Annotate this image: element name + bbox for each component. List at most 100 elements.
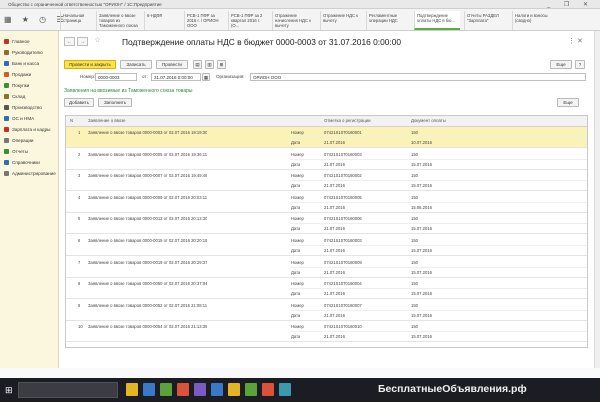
column-statement[interactable]: Заявление о ввозе xyxy=(88,118,126,123)
registration-date-cell: 21.07.2016 xyxy=(324,226,345,232)
sidebar-item-4[interactable]: Продажи xyxy=(4,70,31,78)
statement-cell: Заявление о ввозе товаров 0000-0019 от 0… xyxy=(88,259,208,265)
taskbar-app-icon[interactable] xyxy=(211,383,223,396)
fill-button[interactable]: Заполнить xyxy=(98,98,132,107)
row-divider xyxy=(290,245,587,246)
tab-6[interactable]: Отражение начисления НДС к вычету xyxy=(272,11,316,30)
table-more-button[interactable]: Еще xyxy=(557,98,579,107)
sidebar-item-8[interactable]: ОС и НМА xyxy=(4,114,34,122)
row-divider xyxy=(290,331,587,333)
organization-field[interactable]: ОРИОН ООО xyxy=(250,73,586,81)
taskbar-app-icon[interactable] xyxy=(194,383,206,396)
favorite-star-icon[interactable]: ☆ xyxy=(92,37,103,46)
right-scrollbar[interactable] xyxy=(594,31,600,368)
taskbar-app-icon[interactable] xyxy=(143,383,155,396)
table-row[interactable]: 3 Заявление о ввозе товаров 0000-0007 от … xyxy=(66,170,587,192)
sidebar-item-10[interactable]: Операции xyxy=(4,136,34,144)
sidebar-item-3[interactable]: Банк и касса xyxy=(4,59,39,67)
add-button[interactable]: Добавить xyxy=(64,98,94,107)
table-row[interactable]: 7 Заявление о ввозе товаров 0000-0019 от … xyxy=(66,257,587,278)
structure-icon[interactable]: ⊞ xyxy=(217,60,226,69)
post-button[interactable]: Провести xyxy=(156,60,188,69)
sidebar-item-11[interactable]: Отчеты xyxy=(4,147,28,155)
table-row[interactable]: 4 Заявление о ввозе товаров 0000-0009 от … xyxy=(66,192,587,213)
table-row[interactable]: 10 Заявление о ввозе товаров 0000-0054 от… xyxy=(66,321,587,343)
table-row[interactable]: 1 Заявление о ввозе товаров 0000-0003 от … xyxy=(66,127,587,148)
tab-1[interactable]: Начальная страница xyxy=(60,11,92,30)
sub-label-date: Дата xyxy=(291,269,301,275)
tab-3[interactable]: 6-НДФЛ xyxy=(144,11,180,30)
taskbar-search-input[interactable] xyxy=(18,382,118,398)
column-n[interactable]: N xyxy=(70,118,73,123)
sub-label-number: Номер xyxy=(291,194,304,200)
sub-label-date: Дата xyxy=(291,183,301,189)
sidebar-item-2[interactable]: Руководителю xyxy=(4,48,43,56)
post-and-close-button[interactable]: Провести и закрыть xyxy=(64,60,116,69)
taskbar-app-icon[interactable] xyxy=(279,383,291,396)
tab-7[interactable]: Отражение НДС к вычету xyxy=(320,11,362,30)
taskbar-app-icon[interactable] xyxy=(160,383,172,396)
sidebar-item-9[interactable]: Зарплата и кадры xyxy=(4,125,50,133)
sub-label-date: Дата xyxy=(291,312,301,318)
sub-label-number: Номер xyxy=(291,216,304,222)
table-row[interactable]: 5 Заявление о ввозе товаров 0000-0013 от … xyxy=(66,213,587,235)
column-payment-document[interactable]: Документ оплаты xyxy=(411,118,446,123)
forward-button[interactable]: → xyxy=(77,37,88,46)
sidebar-item-label: Банк и касса xyxy=(12,60,40,66)
tab-5[interactable]: РСВ-1 ПФР за 2 квартал 2016 г. (О... xyxy=(228,11,268,30)
payment-number-cell: 150 xyxy=(411,259,418,265)
tab-4[interactable]: РСВ-1 ПФР за 2016 г. / ОРИОН ООО xyxy=(184,11,224,30)
date-field[interactable]: 31.07.2016 0:00:00 xyxy=(151,73,201,81)
sidebar-item-13[interactable]: Администрирование xyxy=(4,169,56,177)
column-registration-mark[interactable]: Отметка о регистрации xyxy=(324,118,371,123)
payment-date-cell: 15.07.2016 xyxy=(411,312,432,318)
taskbar-app-icon[interactable] xyxy=(245,383,257,396)
tab-2[interactable]: Заявление о ввозе товаров из Таможенного… xyxy=(96,11,140,30)
sidebar-item-6[interactable]: Склад xyxy=(4,92,25,100)
save-button[interactable]: Записать xyxy=(120,60,152,69)
tab-8[interactable]: Регламентные операции НДС xyxy=(366,11,410,30)
window-controls[interactable]: _ ❐ ✕ xyxy=(547,1,594,8)
more-menu-button[interactable]: Еще xyxy=(550,60,572,69)
report-icon[interactable]: ▥ xyxy=(205,60,214,69)
section-link[interactable]: Заявления на ввозимые из Таможенного сою… xyxy=(64,88,192,94)
sidebar-item-5[interactable]: Покупки xyxy=(4,81,29,89)
statement-cell: Заявление о ввозе товаров 0000-0003 от 0… xyxy=(88,130,208,135)
payment-date-cell: 15.07.2016 xyxy=(411,248,432,253)
tab-10[interactable]: Отчеты РАЗДЕЛ "Зарплата" xyxy=(464,11,508,30)
sidebar-item-12[interactable]: Справочники xyxy=(4,158,40,166)
table-row[interactable]: 9 Заявление о ввозе товаров 0000-0052 от … xyxy=(66,300,587,321)
windows-taskbar: ⊞ БесплатныеОбъявления.рф xyxy=(0,378,600,402)
print-icon[interactable]: ▤ xyxy=(193,60,202,69)
table-row[interactable]: 8 Заявление о ввозе товаров 0000-0050 от … xyxy=(66,278,587,300)
table-row[interactable]: 2 Заявление о ввозе товаров 0000-0005 от … xyxy=(66,149,587,170)
back-button[interactable]: ← xyxy=(64,37,75,46)
calendar-icon[interactable]: ▦ xyxy=(202,73,210,81)
window-title: Общество с ограниченной ответственностью… xyxy=(8,2,162,7)
start-icon[interactable]: ⊞ xyxy=(5,385,13,396)
taskbar-app-icon[interactable] xyxy=(228,383,240,396)
tab-11[interactable]: Налоги и взносы (сводно) xyxy=(512,11,556,30)
table-row[interactable]: 6 Заявление о ввозе товаров 0000-0015 от … xyxy=(66,235,587,256)
row-number: 10 xyxy=(78,324,83,330)
sidebar-section-icon xyxy=(4,148,9,154)
sidebar-item-7[interactable]: Производство xyxy=(4,103,42,111)
sub-label-date: Дата xyxy=(291,204,301,210)
payment-date-cell: 15.07.2016 xyxy=(411,269,432,275)
tab-9[interactable]: Подтверждение оплаты НДС в бю... xyxy=(414,11,460,30)
number-label: Номер: xyxy=(80,74,96,79)
sidebar-item-label: Руководителю xyxy=(12,49,43,55)
row-number: 9 xyxy=(78,302,81,308)
taskbar-app-icon[interactable] xyxy=(177,383,189,396)
registration-date-cell: 21.07.2016 xyxy=(324,312,345,318)
row-number: 3 xyxy=(78,173,81,179)
number-field[interactable]: 0000-0003 xyxy=(95,73,137,81)
registration-date-cell: 21.07.2016 xyxy=(324,140,345,145)
help-button[interactable]: ? xyxy=(575,60,585,69)
sidebar-section-icon xyxy=(4,93,9,99)
sidebar-item-1[interactable]: Главное xyxy=(4,37,30,45)
taskbar-app-icon[interactable] xyxy=(126,383,138,396)
taskbar-app-icon[interactable] xyxy=(262,383,274,396)
header-controls[interactable]: ⋮ ✕ xyxy=(568,37,583,45)
toolbar-icons[interactable]: ▦ ★ ◷ ☰ xyxy=(4,15,68,24)
